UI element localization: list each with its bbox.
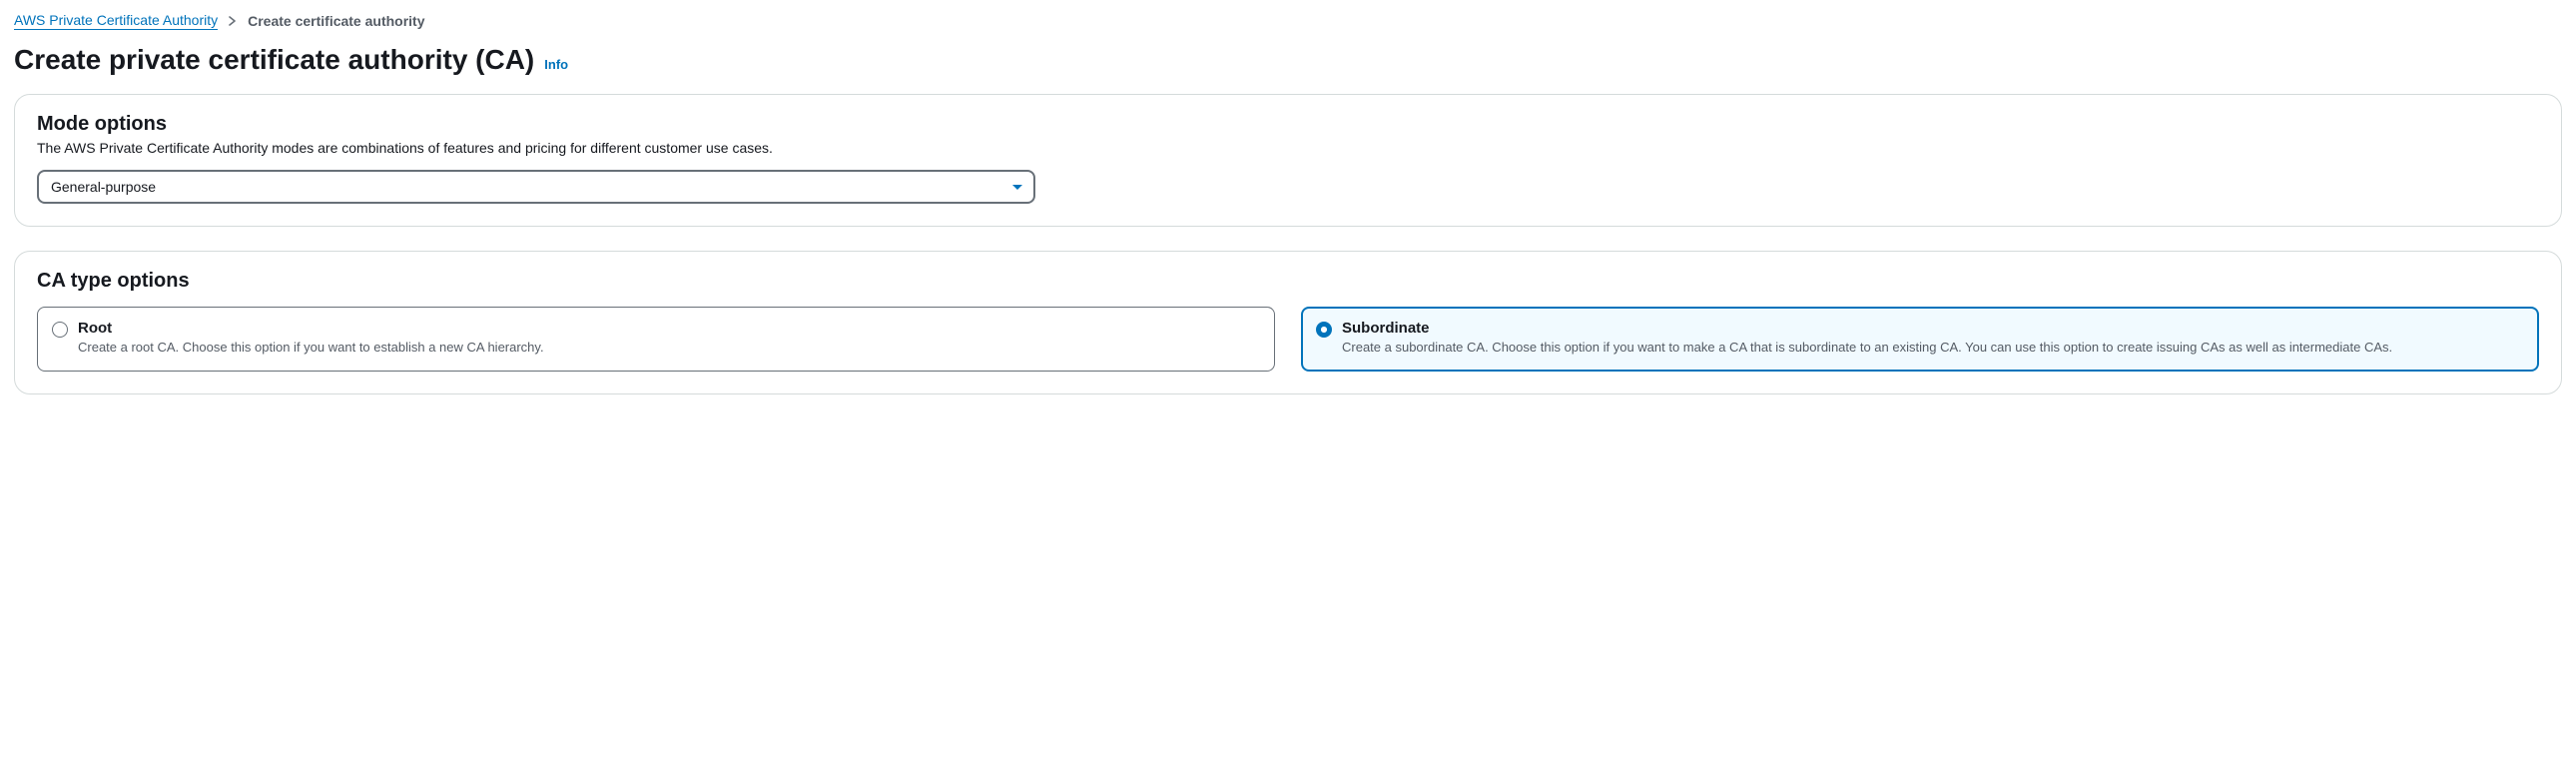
breadcrumb: AWS Private Certificate Authority Create…	[14, 12, 2562, 30]
page-header: Create private certificate authority (CA…	[14, 44, 2562, 76]
ca-type-radio-group: Root Create a root CA. Choose this optio…	[37, 307, 2539, 372]
ca-type-option-description: Create a subordinate CA. Choose this opt…	[1342, 339, 2524, 357]
chevron-right-icon	[228, 13, 238, 29]
ca-type-title: CA type options	[37, 270, 2539, 293]
info-link[interactable]: Info	[544, 57, 568, 72]
radio-icon	[52, 322, 68, 338]
ca-type-panel: CA type options Root Create a root CA. C…	[14, 251, 2562, 394]
mode-select[interactable]: General-purpose	[37, 170, 1035, 204]
page-title: Create private certificate authority (CA…	[14, 44, 534, 76]
mode-options-panel: Mode options The AWS Private Certificate…	[14, 94, 2562, 227]
mode-options-title: Mode options	[37, 113, 2539, 136]
ca-type-option-description: Create a root CA. Choose this option if …	[78, 339, 1260, 357]
ca-type-option-label: Root	[78, 320, 1260, 337]
ca-type-option-label: Subordinate	[1342, 320, 2524, 337]
ca-type-option-subordinate[interactable]: Subordinate Create a subordinate CA. Cho…	[1301, 307, 2539, 372]
breadcrumb-current: Create certificate authority	[248, 13, 424, 29]
breadcrumb-parent-link[interactable]: AWS Private Certificate Authority	[14, 12, 218, 30]
mode-options-description: The AWS Private Certificate Authority mo…	[37, 140, 2539, 156]
mode-select-value: General-purpose	[51, 179, 156, 195]
radio-icon	[1316, 322, 1332, 338]
ca-type-option-root[interactable]: Root Create a root CA. Choose this optio…	[37, 307, 1275, 372]
